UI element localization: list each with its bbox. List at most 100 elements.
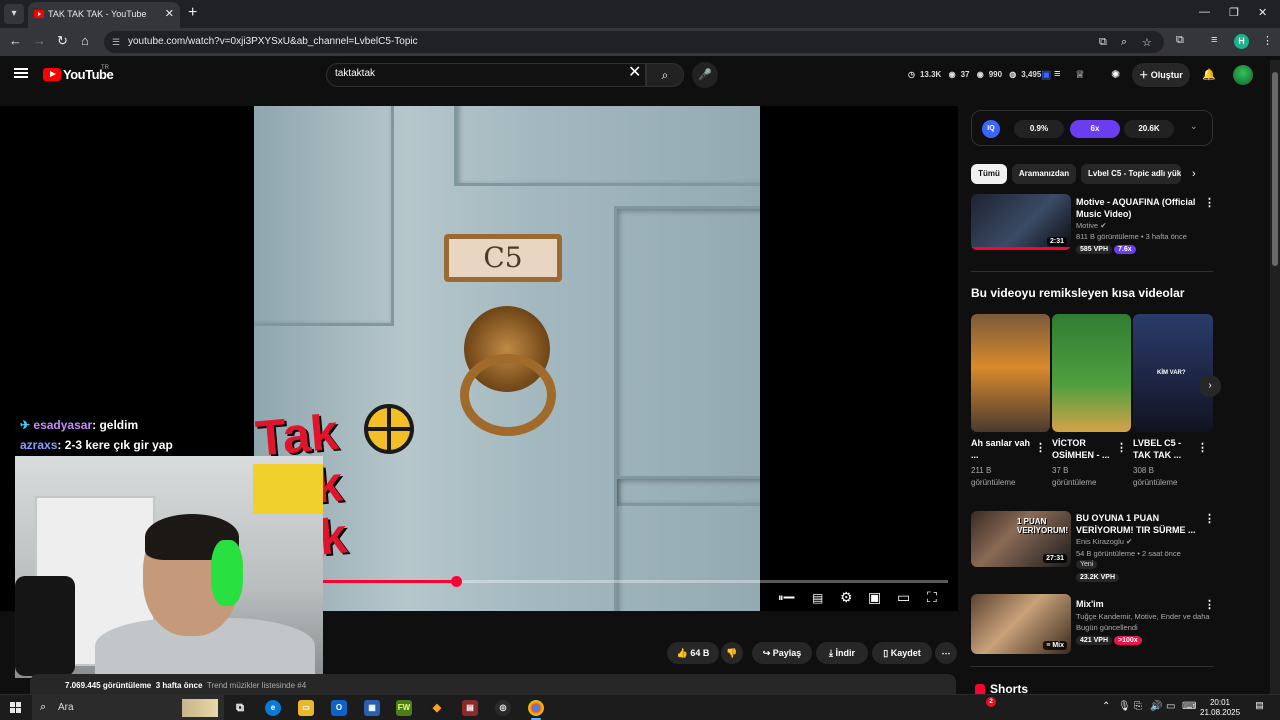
more-vertical-icon[interactable]: ⋮ — [1035, 441, 1046, 454]
search-clear-icon[interactable]: ✕ — [628, 64, 641, 82]
fw-app-icon[interactable]: FW — [396, 700, 412, 716]
progress-scrubber-handle[interactable] — [450, 576, 462, 587]
extension-settings-icon[interactable]: ✺ — [1111, 68, 1120, 81]
subtitles-icon[interactable]: ▤ — [812, 591, 823, 605]
chevron-down-icon[interactable]: ⌄ — [1190, 121, 1198, 132]
search-input[interactable] — [335, 68, 615, 79]
forward-arrow-icon[interactable]: → — [33, 34, 46, 48]
new-tab-button[interactable]: + — [188, 4, 197, 22]
short-thumbnail[interactable] — [1052, 314, 1131, 432]
tab-search-button[interactable]: ▾ — [4, 4, 24, 24]
short-thumbnail[interactable]: KİM VAR? — [1133, 314, 1213, 432]
short-title[interactable]: VİCTOR OSİMHEN - ... — [1052, 437, 1114, 461]
short-title[interactable]: LVBEL C5 - TAK TAK ... — [1133, 437, 1195, 461]
browser-tab-active[interactable]: TAK TAK TAK - YouTube ✕ — [28, 2, 180, 28]
obs-icon[interactable]: ◎ — [495, 700, 511, 716]
description-summary[interactable]: 7.069.445 görüntüleme 3 hafta önce Trend… — [65, 681, 306, 690]
more-horizontal-icon: ⋯ — [941, 648, 951, 658]
more-vertical-icon[interactable]: ⋮ — [1197, 441, 1208, 454]
more-vertical-icon[interactable]: ⋮ — [1204, 196, 1215, 209]
restore-button[interactable]: ❐ — [1229, 6, 1239, 19]
more-vertical-icon[interactable]: ⋮ — [1116, 441, 1127, 454]
scrollbar-thumb[interactable] — [1272, 72, 1278, 266]
more-vertical-icon[interactable]: ⋮ — [1204, 598, 1215, 611]
task-view-icon[interactable]: ⧉ — [232, 700, 248, 716]
install-app-icon[interactable]: ⧉ — [1099, 36, 1107, 49]
minimize-button[interactable]: — — [1199, 6, 1210, 18]
youtube-logo-icon[interactable] — [43, 68, 61, 81]
taskbar-clock[interactable]: 20:01 21.08.2025 — [1200, 698, 1240, 718]
zoom-icon[interactable]: ⌕ — [1121, 36, 1127, 49]
video-thumbnail[interactable]: 2:31 — [971, 194, 1071, 250]
tab-close-icon[interactable]: ✕ — [165, 7, 174, 20]
thumbs-up-icon: 👍 — [676, 648, 688, 658]
autoplay-toggle[interactable]: ⏸━ — [778, 592, 795, 605]
microphone-icon[interactable]: 🎙 — [1118, 701, 1131, 712]
chip-from-search[interactable]: Aramanızdan — [1012, 164, 1076, 184]
search-button[interactable]: ⌕ — [646, 63, 684, 87]
short-title[interactable]: Ah sanlar vah ... — [971, 437, 1033, 461]
mix-thumbnail[interactable]: ≡ Mix — [971, 594, 1071, 654]
archive-app-icon[interactable]: ▤ — [462, 700, 478, 716]
extension-stats-bar: ◷ 13.3K ◉ 37 ◉ 990 ◍ 3,495 — [908, 70, 1046, 79]
channel-name[interactable]: Enis Kirazoglu ✔ — [1076, 536, 1132, 547]
bookmark-star-icon[interactable]: ☆ — [1142, 36, 1152, 49]
edge-icon[interactable]: e — [265, 700, 281, 716]
notifications-bell-icon[interactable]: 🔔 — [1202, 68, 1216, 81]
create-button[interactable]: ＋ Oluştur — [1132, 63, 1190, 87]
more-vertical-icon[interactable]: ⋮ — [1204, 512, 1215, 525]
short-thumbnail[interactable] — [971, 314, 1050, 432]
save-button[interactable]: ▯ Kaydet — [872, 642, 932, 664]
award-icon[interactable]: ♕ — [1075, 68, 1085, 81]
channel-name[interactable]: Motive ✔ — [1076, 220, 1106, 231]
reload-icon[interactable]: ↻ — [57, 34, 68, 48]
store-icon[interactable]: ▦ — [364, 700, 380, 716]
back-arrow-icon[interactable]: ← — [9, 34, 22, 48]
outlook-icon[interactable]: O — [331, 700, 347, 716]
video-title[interactable]: BU OYUNA 1 PUAN VERİYORUM! TIR SÜRME ... — [1076, 512, 1202, 536]
url-text[interactable]: youtube.com/watch?v=0xji3PXYSxU&ab_chann… — [128, 36, 418, 47]
windows-start-icon[interactable] — [10, 702, 22, 714]
battery-icon[interactable]: ▭ — [1166, 701, 1175, 712]
like-button[interactable]: 👍 64 B — [667, 642, 719, 664]
file-explorer-icon[interactable]: ▭ — [298, 700, 314, 716]
notification-center-icon[interactable]: ▤ — [1252, 700, 1267, 715]
shield-app-icon[interactable]: ◆ — [429, 700, 445, 716]
fullscreen-icon[interactable]: ⛶ — [927, 589, 937, 606]
chip-from-uploader[interactable]: Lvbel C5 - Topic adlı yükleyiciden — [1081, 164, 1181, 184]
chip-all[interactable]: Tümü — [971, 164, 1007, 184]
download-button[interactable]: ⤓ İndir — [816, 642, 868, 664]
close-window-button[interactable]: ✕ — [1258, 6, 1267, 19]
keyboard-icon[interactable]: ⌨ — [1182, 701, 1196, 712]
profile-avatar[interactable]: H — [1234, 34, 1249, 49]
tray-chevron-up-icon[interactable]: ⌃ — [1102, 701, 1110, 712]
network-icon[interactable]: ⎘ — [1134, 701, 1142, 712]
settings-gear-icon[interactable]: ⚙ — [840, 589, 853, 606]
volume-icon[interactable]: 🔊 — [1150, 701, 1162, 712]
miniplayer-icon[interactable]: ▣ — [868, 589, 881, 606]
chrome-menu-icon[interactable]: ⋮ — [1262, 34, 1273, 47]
voice-search-mic-icon[interactable]: 🎤 — [692, 62, 718, 88]
chrome-icon[interactable] — [528, 700, 544, 716]
taskbar-search[interactable]: ⌕ Ara — [32, 695, 224, 720]
video-thumbnail[interactable]: 1 PUAN VERİYORUM! 27:31 — [971, 511, 1071, 567]
address-bar[interactable]: ☰ youtube.com/watch?v=0xji3PXYSxU&ab_cha… — [104, 31, 1164, 53]
media-controls-icon[interactable]: ≡ — [1211, 34, 1217, 46]
share-button[interactable]: ↪ Paylaş — [752, 642, 812, 664]
extensions-puzzle-icon[interactable]: ⧉ — [1176, 34, 1184, 47]
video-frame[interactable]: C5 Tak Tak Tak — [254, 106, 760, 611]
more-actions-button[interactable]: ⋯ — [935, 642, 957, 664]
chevron-right-icon[interactable]: › — [1192, 168, 1196, 180]
video-progress-bar[interactable] — [264, 576, 948, 587]
site-info-icon[interactable]: ☰ — [112, 37, 120, 48]
theater-mode-icon[interactable]: ▭ — [897, 589, 910, 606]
home-icon[interactable]: ⌂ — [81, 34, 89, 48]
menu-hamburger-icon[interactable] — [14, 68, 28, 78]
user-avatar[interactable] — [1233, 65, 1253, 85]
dislike-button[interactable]: 👎 — [721, 642, 743, 664]
extension-badge-icon[interactable]: ▣ — [1041, 68, 1051, 81]
list-icon[interactable]: ≡ — [1054, 68, 1060, 80]
video-title[interactable]: Motive - AQUAFINA (Official Music Video) — [1076, 196, 1202, 220]
video-title[interactable]: Mix'im — [1076, 598, 1202, 610]
shorts-next-arrow-icon[interactable]: › — [1199, 375, 1221, 397]
